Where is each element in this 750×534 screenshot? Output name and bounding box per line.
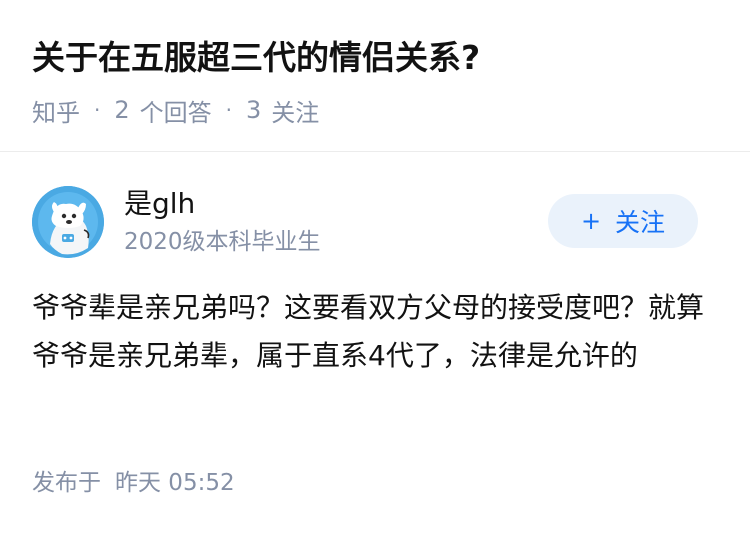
publish-prefix: 发布于 [32, 470, 101, 496]
publish-timestamp: 昨天 05:52 [115, 470, 235, 496]
source-label[interactable]: 知乎 [32, 93, 80, 128]
meta-separator: · [94, 98, 101, 122]
follow-count: 3 [246, 96, 262, 124]
meta-separator: · [225, 98, 232, 122]
question-title[interactable]: 关于在五服超三代的情侣关系? [32, 34, 480, 82]
author-info: 是glh 2020级本科毕业生 + 关注 [32, 184, 718, 260]
follow-button[interactable]: + 关注 [548, 194, 698, 248]
answer-content: 爷爷辈是亲兄弟吗？这要看双方父母的接受度吧？就算爷爷是亲兄弟辈，属于直系4代了，… [32, 284, 722, 380]
answer-paragraph: 爷爷辈是亲兄弟吗？这要看双方父母的接受度吧？就算爷爷是亲兄弟辈，属于直系4代了，… [32, 291, 705, 372]
answer-count-label: 个回答 [139, 98, 212, 127]
plus-icon: + [580, 207, 602, 235]
author-name[interactable]: 是glh [124, 186, 195, 222]
author-bio: 2020级本科毕业生 [124, 229, 321, 255]
question-meta: 知乎 · 2 个回答 · 3 关注 [32, 92, 319, 128]
publish-time: 发布于 昨天 05:52 [32, 466, 235, 500]
question-header: 关于在五服超三代的情侣关系? 知乎 · 2 个回答 · 3 关注 [0, 0, 750, 152]
avatar-illustration-icon[interactable] [32, 186, 104, 258]
answer-count: 2 [114, 96, 130, 124]
follow-count-label: 关注 [271, 98, 320, 127]
follow-button-label: 关注 [615, 208, 666, 237]
